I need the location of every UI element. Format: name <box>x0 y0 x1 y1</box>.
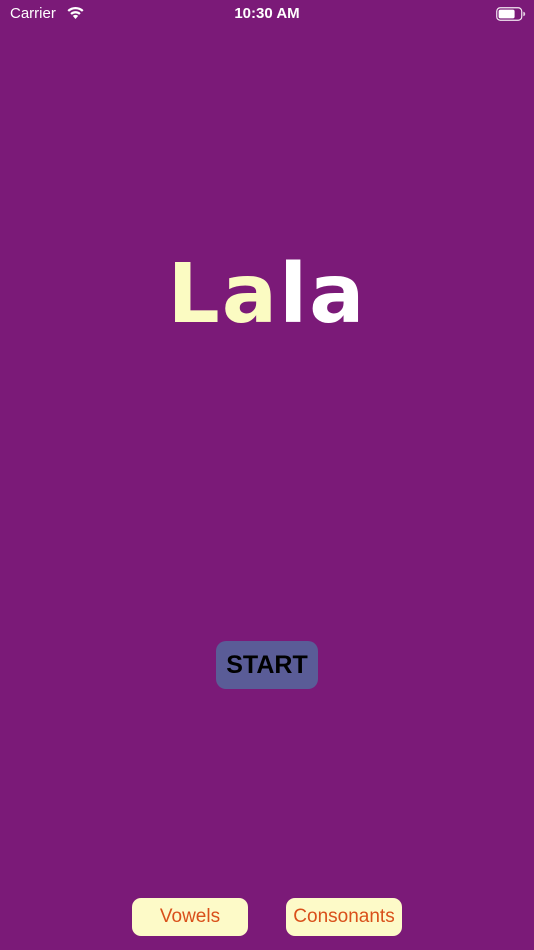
vowels-button[interactable]: Vowels <box>132 898 248 936</box>
consonants-button[interactable]: Consonants <box>286 898 402 936</box>
app-title: Lala <box>0 240 534 350</box>
title-part-second: la <box>279 247 367 342</box>
start-button[interactable]: START <box>216 641 318 689</box>
status-bar: Carrier 10:30 AM <box>0 0 534 28</box>
title-part-first: La <box>167 247 280 342</box>
battery-icon <box>496 6 526 21</box>
status-time: 10:30 AM <box>234 5 300 22</box>
